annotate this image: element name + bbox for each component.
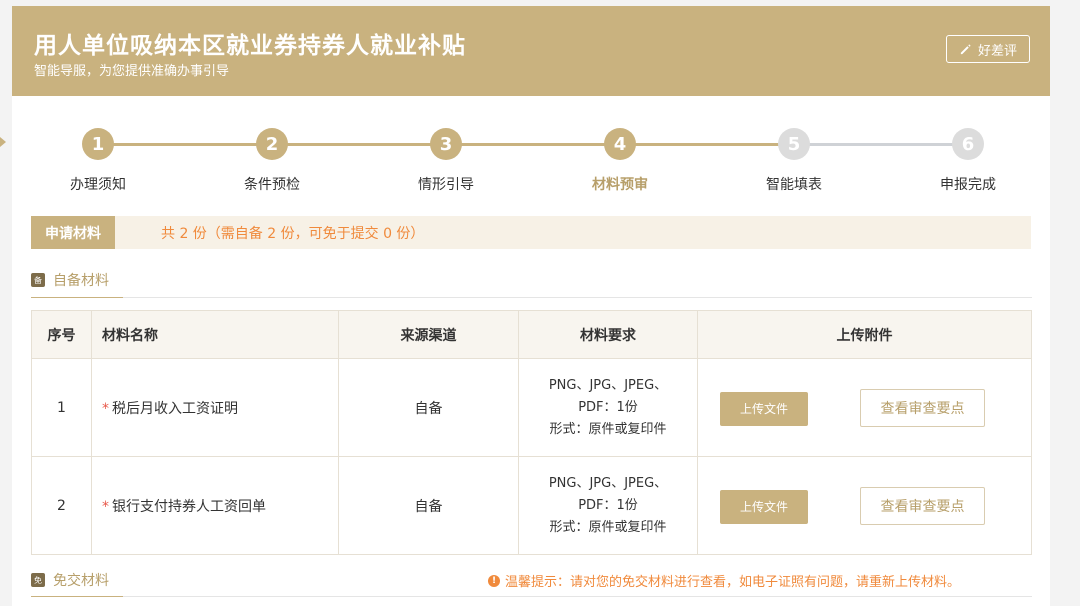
required-mark: * [102, 498, 109, 515]
side-arrow-icon [0, 137, 6, 147]
row-upload-cell: 上传文件 查看审查要点 [697, 456, 1032, 555]
exempt-materials-title: 免 免交材料 [31, 570, 109, 590]
rate-button-label: 好差评 [977, 43, 1017, 59]
table-row: 1 * 税后月收入工资证明 自备 PNG、JPG、JPEG、 PDF：1份 形式：… [31, 358, 1032, 457]
row-name: 银行支付持券人工资回单 [112, 498, 266, 515]
self-materials-title: 备 自备材料 [31, 270, 109, 290]
req-format: PNG、JPG、JPEG、 [548, 475, 668, 491]
step-connector [113, 143, 257, 146]
materials-table: 序号 材料名称 来源渠道 材料要求 上传附件 1 * 税后月收入工资证明 自备 P… [31, 310, 1032, 555]
page: 用人单位吸纳本区就业券持券人就业补贴 智能导服，为您提供准确办事引导 好差评 1… [12, 6, 1050, 606]
step-2-circle: 2 [256, 128, 288, 160]
rate-button[interactable]: 好差评 [946, 35, 1030, 63]
col-upload: 上传附件 [697, 310, 1032, 359]
step-2-label: 条件预检 [244, 177, 300, 193]
req-format: PNG、JPG、JPEG、 [548, 377, 668, 393]
step-5-label: 智能填表 [766, 177, 822, 193]
folder-icon: 备 [31, 273, 45, 287]
self-materials-divider [31, 297, 1032, 298]
step-4-label: 材料预审 [592, 177, 648, 193]
view-review-points-button[interactable]: 查看审查要点 [860, 486, 985, 525]
req-count: PDF：1份 [578, 399, 638, 415]
col-name: 材料名称 [91, 310, 339, 359]
step-connector [635, 143, 779, 146]
step-3-label: 情形引导 [418, 177, 474, 193]
step-connector [809, 143, 953, 146]
step-6-circle: 6 [952, 128, 984, 160]
folder-icon: 免 [31, 573, 45, 587]
table-row: 2 * 银行支付持券人工资回单 自备 PNG、JPG、JPEG、 PDF：1份 形… [31, 456, 1032, 555]
step-1-label: 办理须知 [70, 177, 126, 193]
page-header: 用人单位吸纳本区就业券持券人就业补贴 智能导服，为您提供准确办事引导 好差评 [12, 6, 1050, 96]
upload-file-button[interactable]: 上传文件 [720, 391, 808, 426]
row-name: 税后月收入工资证明 [112, 400, 238, 417]
row-requirements: PNG、JPG、JPEG、 PDF：1份 形式：原件或复印件 [518, 456, 698, 555]
row-index: 2 [31, 456, 92, 555]
req-count: PDF：1份 [578, 497, 638, 513]
row-index: 1 [31, 358, 92, 457]
step-connector [461, 143, 605, 146]
materials-summary-bar: 申请材料 共 2 份（需自备 2 份，可免于提交 0 份） [31, 216, 1031, 249]
view-review-points-button[interactable]: 查看审查要点 [860, 388, 985, 427]
self-materials-label: 自备材料 [53, 273, 109, 289]
col-index: 序号 [31, 310, 92, 359]
table-header-row: 序号 材料名称 来源渠道 材料要求 上传附件 [31, 310, 1032, 359]
step-3-circle: 3 [430, 128, 462, 160]
row-upload-cell: 上传文件 查看审查要点 [697, 358, 1032, 457]
req-form: 形式：原件或复印件 [549, 519, 667, 535]
req-form: 形式：原件或复印件 [549, 421, 667, 437]
row-source: 自备 [338, 358, 519, 457]
step-6-label: 申报完成 [940, 177, 996, 193]
col-source: 来源渠道 [338, 310, 519, 359]
step-1-circle: 1 [82, 128, 114, 160]
step-4-circle: 4 [604, 128, 636, 160]
info-icon: ! [488, 574, 500, 587]
materials-tab[interactable]: 申请材料 [31, 216, 115, 249]
row-source: 自备 [338, 456, 519, 555]
edit-icon [960, 43, 971, 54]
exempt-materials-divider [31, 596, 1032, 597]
exempt-materials-label: 免交材料 [53, 573, 109, 589]
warm-tip: ! 温馨提示：请对您的免交材料进行查看，如电子证照有问题，请重新上传材料。 [488, 571, 960, 590]
col-requirements: 材料要求 [518, 310, 698, 359]
progress-steps: 1 2 3 4 5 6 办理须知 条件预检 情形引导 材料预审 智能填表 申报完… [12, 126, 1050, 196]
warm-tip-text: 温馨提示：请对您的免交材料进行查看，如电子证照有问题，请重新上传材料。 [505, 575, 961, 590]
step-connector [287, 143, 431, 146]
required-mark: * [102, 400, 109, 417]
step-5-circle: 5 [778, 128, 810, 160]
row-name-cell: * 税后月收入工资证明 [91, 358, 339, 457]
row-name-cell: * 银行支付持券人工资回单 [91, 456, 339, 555]
row-requirements: PNG、JPG、JPEG、 PDF：1份 形式：原件或复印件 [518, 358, 698, 457]
page-title: 用人单位吸纳本区就业券持券人就业补贴 [34, 33, 466, 59]
upload-file-button[interactable]: 上传文件 [720, 489, 808, 524]
page-subtitle: 智能导服，为您提供准确办事引导 [34, 64, 230, 79]
materials-summary: 共 2 份（需自备 2 份，可免于提交 0 份） [161, 225, 425, 242]
